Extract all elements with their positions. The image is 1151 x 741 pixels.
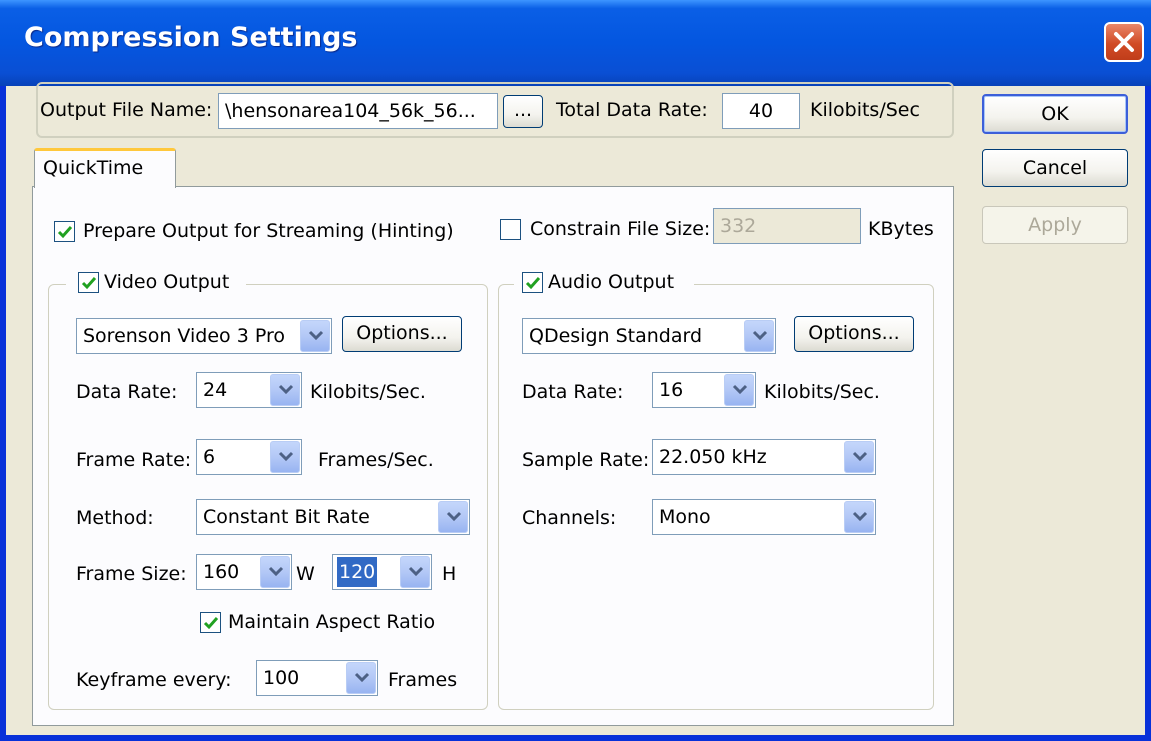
sample-rate-dropdown[interactable]: [844, 441, 874, 473]
audio-codec-dropdown[interactable]: [744, 320, 774, 352]
apply-button[interactable]: Apply: [982, 206, 1128, 244]
browse-button-label: ...: [513, 99, 533, 121]
frame-width-dropdown[interactable]: [260, 556, 290, 588]
keyframe-dropdown[interactable]: [346, 662, 376, 694]
audio-data-rate-unit: Kilobits/Sec.: [764, 381, 880, 403]
chevron-down-icon: [852, 511, 868, 522]
close-button[interactable]: [1104, 22, 1144, 62]
keyframe-select[interactable]: 100: [256, 660, 378, 696]
frame-height-dropdown[interactable]: [400, 556, 430, 588]
video-data-rate-unit: Kilobits/Sec.: [310, 381, 426, 403]
output-file-label: Output File Name:: [40, 99, 213, 121]
frame-rate-value: 6: [203, 446, 216, 468]
constrain-file-size-unit: KBytes: [868, 218, 934, 240]
maintain-aspect-checkbox[interactable]: [200, 612, 221, 633]
dialog-window: Compression Settings Output File Name: \…: [0, 0, 1151, 741]
close-x-icon: [1114, 32, 1134, 52]
ok-button-label: OK: [1041, 103, 1069, 125]
frame-rate-select[interactable]: 6: [196, 439, 302, 475]
method-value: Constant Bit Rate: [203, 506, 370, 528]
checkmark-icon: [57, 226, 73, 239]
prepare-streaming-checkbox[interactable]: [54, 221, 75, 242]
chevron-down-icon: [278, 451, 294, 462]
channels-select[interactable]: Mono: [652, 499, 876, 535]
chevron-down-icon: [446, 511, 462, 522]
frame-width-select[interactable]: 160: [196, 554, 292, 590]
title-bar[interactable]: Compression Settings: [0, 0, 1151, 86]
total-data-rate-label: Total Data Rate:: [556, 99, 708, 121]
frame-width-value: 160: [203, 561, 240, 583]
apply-button-label: Apply: [1028, 214, 1082, 236]
tab-quicktime[interactable]: QuickTime: [34, 148, 176, 188]
video-options-button[interactable]: Options...: [342, 316, 462, 352]
cancel-button-label: Cancel: [1022, 157, 1088, 179]
total-data-rate-unit: Kilobits/Sec: [810, 99, 920, 121]
sample-rate-select[interactable]: 22.050 kHz: [652, 439, 876, 475]
browse-button[interactable]: ...: [503, 95, 543, 128]
video-data-rate-value: 24: [203, 379, 228, 401]
channels-label: Channels:: [522, 507, 617, 529]
channels-dropdown[interactable]: [844, 501, 874, 533]
frame-rate-label: Frame Rate:: [76, 449, 192, 471]
audio-output-checkbox[interactable]: [522, 272, 543, 293]
video-output-label[interactable]: Video Output: [104, 268, 229, 296]
chevron-down-icon: [852, 451, 868, 462]
video-output-checkbox[interactable]: [78, 272, 99, 293]
audio-data-rate-label: Data Rate:: [522, 381, 624, 403]
method-select[interactable]: Constant Bit Rate: [196, 499, 470, 535]
video-codec-select[interactable]: Sorenson Video 3 Pro: [76, 318, 332, 354]
audio-codec-value: QDesign Standard: [529, 325, 703, 347]
sample-rate-label: Sample Rate:: [522, 449, 650, 471]
constrain-file-size-label[interactable]: Constrain File Size:: [530, 215, 710, 243]
frame-height-unit: H: [442, 563, 457, 585]
audio-options-label: Options...: [808, 322, 900, 344]
video-codec-dropdown[interactable]: [300, 320, 330, 352]
prepare-streaming-label[interactable]: Prepare Output for Streaming (Hinting): [83, 217, 454, 245]
frame-size-label: Frame Size:: [76, 563, 187, 585]
chevron-down-icon: [268, 566, 284, 577]
tab-quicktime-label: QuickTime: [43, 157, 144, 179]
constrain-file-size-checkbox[interactable]: [500, 219, 521, 240]
method-dropdown[interactable]: [438, 501, 468, 533]
frame-height-value: 120: [337, 557, 378, 587]
sample-rate-value: 22.050 kHz: [659, 446, 767, 468]
audio-data-rate-select[interactable]: 16: [652, 372, 756, 408]
chevron-down-icon: [408, 566, 424, 577]
audio-data-rate-value: 16: [659, 379, 684, 401]
video-data-rate-label: Data Rate:: [76, 381, 178, 403]
keyframe-value: 100: [263, 667, 300, 689]
ok-button[interactable]: OK: [982, 94, 1128, 134]
checkmark-icon: [525, 277, 541, 290]
audio-data-rate-dropdown[interactable]: [724, 374, 754, 406]
cancel-button[interactable]: Cancel: [982, 149, 1128, 187]
frame-rate-dropdown[interactable]: [270, 441, 300, 473]
constrain-file-size-field[interactable]: 332: [713, 208, 861, 244]
frame-rate-unit: Frames/Sec.: [318, 449, 434, 471]
frame-width-unit: W: [296, 563, 315, 585]
keyframe-unit: Frames: [388, 669, 458, 691]
chevron-down-icon: [308, 330, 324, 341]
audio-output-label[interactable]: Audio Output: [548, 268, 674, 296]
audio-options-button[interactable]: Options...: [794, 316, 914, 352]
frame-height-select[interactable]: 120: [332, 554, 432, 590]
chevron-down-icon: [354, 672, 370, 683]
video-options-label: Options...: [356, 322, 448, 344]
checkmark-icon: [203, 617, 219, 630]
total-data-rate-value: 40: [722, 93, 800, 129]
video-codec-value: Sorenson Video 3 Pro: [83, 325, 285, 347]
method-label: Method:: [76, 507, 154, 529]
maintain-aspect-label[interactable]: Maintain Aspect Ratio: [228, 608, 435, 636]
window-title: Compression Settings: [24, 22, 358, 53]
audio-codec-select[interactable]: QDesign Standard: [522, 318, 776, 354]
chevron-down-icon: [278, 384, 294, 395]
chevron-down-icon: [732, 384, 748, 395]
keyframe-label: Keyframe every:: [76, 669, 232, 691]
video-data-rate-dropdown[interactable]: [270, 374, 300, 406]
channels-value: Mono: [659, 506, 711, 528]
output-file-field[interactable]: \hensonarea104_56k_56...: [218, 93, 498, 129]
video-data-rate-select[interactable]: 24: [196, 372, 302, 408]
dialog-client-area: Output File Name: \hensonarea104_56k_56.…: [6, 82, 1145, 735]
checkmark-icon: [81, 277, 97, 290]
chevron-down-icon: [752, 330, 768, 341]
